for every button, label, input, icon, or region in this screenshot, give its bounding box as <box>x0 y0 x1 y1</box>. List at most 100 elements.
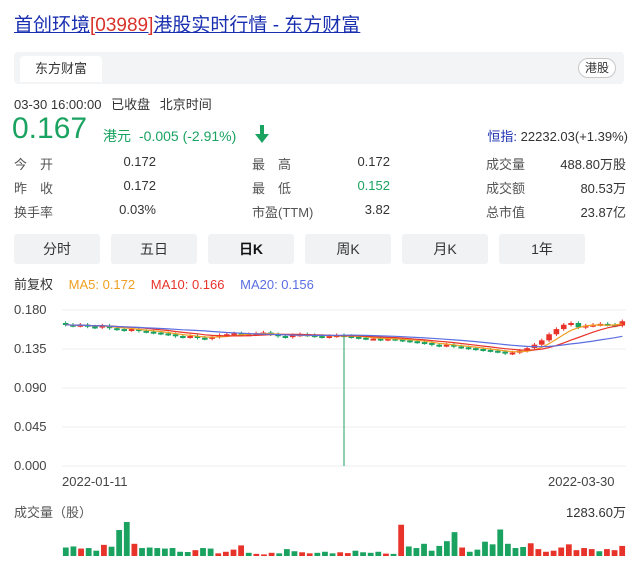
volume-bar <box>184 552 191 556</box>
volume-bar <box>139 548 145 556</box>
volume-bar <box>398 524 405 556</box>
x-tick-label: 2022-03-30 <box>548 474 615 489</box>
volume-bar <box>238 545 245 556</box>
stat-value: 80.53万 <box>580 181 626 196</box>
candle-body <box>143 330 150 333</box>
volume-bar <box>482 541 488 556</box>
stock-code[interactable]: [03989] <box>90 15 153 36</box>
candle-body <box>443 344 450 347</box>
tab-five-day[interactable]: 五日 <box>111 234 197 264</box>
stat-label: 成交量 <box>486 157 526 172</box>
hang-seng-index[interactable]: 恒指: 22232.03(+1.39%) <box>487 126 628 145</box>
volume-bar <box>299 552 305 556</box>
candle-body <box>158 332 164 335</box>
volume-bar <box>314 552 321 556</box>
volume-bar <box>619 545 626 556</box>
candle-body <box>509 352 516 355</box>
index-label[interactable]: 恒指: <box>487 129 517 144</box>
stat-value: 0.152 <box>357 178 390 193</box>
volume-bar <box>108 546 115 556</box>
candle-body <box>180 336 186 338</box>
volume-bar <box>588 549 595 556</box>
candle-body <box>458 346 464 349</box>
candle-body <box>363 337 369 340</box>
volume-bar <box>253 553 260 556</box>
title-suffix[interactable]: 港股实时行情 - 东方财富 <box>153 15 360 36</box>
candle-body <box>568 323 574 325</box>
tab-weekly-k[interactable]: 周K <box>305 234 391 264</box>
volume-bar <box>306 553 313 556</box>
volume-bar <box>116 530 123 556</box>
candle-body <box>414 341 421 344</box>
ma5-legend: MA5: 0.172 <box>68 277 136 292</box>
tab-monthly-k[interactable]: 月K <box>402 234 488 264</box>
stat-label: 总市值 <box>486 205 526 220</box>
volume-bar <box>169 548 176 556</box>
adjust-mode[interactable]: 前复权 <box>14 277 53 292</box>
volume-bar <box>276 553 283 556</box>
stat-label: 今 开 <box>14 157 54 172</box>
volume-bar <box>322 551 328 556</box>
down-arrow-icon <box>255 125 269 143</box>
volume-bar <box>93 550 100 556</box>
change-value: -0.005 <box>139 128 179 144</box>
candle-body <box>187 336 193 338</box>
volume-bar <box>62 547 69 556</box>
volume-bar <box>352 550 359 556</box>
volume-bar <box>367 552 374 556</box>
volume-bar <box>123 522 130 556</box>
volume-bar <box>207 548 214 556</box>
period-tabs: 分时 五日 日K 周K 月K 1年 <box>14 234 624 264</box>
market-status: 已收盘 <box>111 97 151 112</box>
volume-bar <box>329 553 336 556</box>
volume-bar <box>177 551 184 556</box>
ma10-legend: MA10: 0.166 <box>150 277 225 292</box>
stat-value: 0.172 <box>357 154 390 169</box>
current-price: 0.167 <box>12 112 88 145</box>
candle-body <box>487 349 494 352</box>
volume-chart <box>62 522 626 556</box>
stock-name[interactable]: 首创环境 <box>14 15 90 36</box>
volume-bar <box>283 549 290 556</box>
volume-bar <box>581 548 587 556</box>
volume-bar <box>573 550 580 556</box>
volume-bar <box>101 544 107 556</box>
index-value: 22232.03(+1.39%) <box>520 129 628 144</box>
volume-bar <box>497 529 504 556</box>
volume-bar <box>291 551 298 556</box>
source-tab[interactable]: 东方财富 <box>20 56 102 82</box>
stats-row: 昨 收 0.172 最 低 0.152 成交额 80.53万 <box>14 176 628 200</box>
candlestick-chart[interactable]: 0.180 0.135 0.090 0.045 0.000 2022-01-11 2022… <box>0 292 640 500</box>
volume-bar <box>245 552 252 556</box>
volume-bar <box>611 550 618 556</box>
change-percent: (-2.91%) <box>182 128 237 144</box>
stat-label: 最 低 <box>252 181 292 196</box>
volume-bar <box>596 551 603 556</box>
candle-body <box>495 350 501 353</box>
volume-bar <box>375 551 382 556</box>
x-tick-label: 2022-01-11 <box>62 474 128 489</box>
candle-body <box>114 328 120 331</box>
tab-daily-k[interactable]: 日K <box>208 234 294 264</box>
volume-bar <box>215 553 222 556</box>
market-badge[interactable]: 港股 <box>577 58 616 78</box>
tab-intraday[interactable]: 分时 <box>14 234 100 264</box>
volume-bar <box>459 547 466 556</box>
volume-bar <box>535 549 542 556</box>
candle-body <box>92 326 98 329</box>
volume-bar <box>344 553 351 556</box>
volume-bar <box>78 548 84 556</box>
volume-bar <box>565 544 572 556</box>
volume-bar <box>405 546 412 556</box>
candle-body <box>165 333 171 336</box>
stat-label: 换手率 <box>14 205 54 220</box>
volume-bar <box>451 532 458 556</box>
volume-bar <box>443 541 450 556</box>
quote-datetime: 03-30 16:00:00 <box>14 97 102 112</box>
page-title[interactable]: 首创环境[03989]港股实时行情 - 东方财富 <box>14 10 360 37</box>
price-change: 港元 -0.005 (-2.91%) <box>103 126 236 146</box>
volume-bar <box>558 547 565 556</box>
tab-one-year[interactable]: 1年 <box>499 234 585 264</box>
volume-bar <box>512 548 519 556</box>
volume-bar <box>604 549 610 556</box>
